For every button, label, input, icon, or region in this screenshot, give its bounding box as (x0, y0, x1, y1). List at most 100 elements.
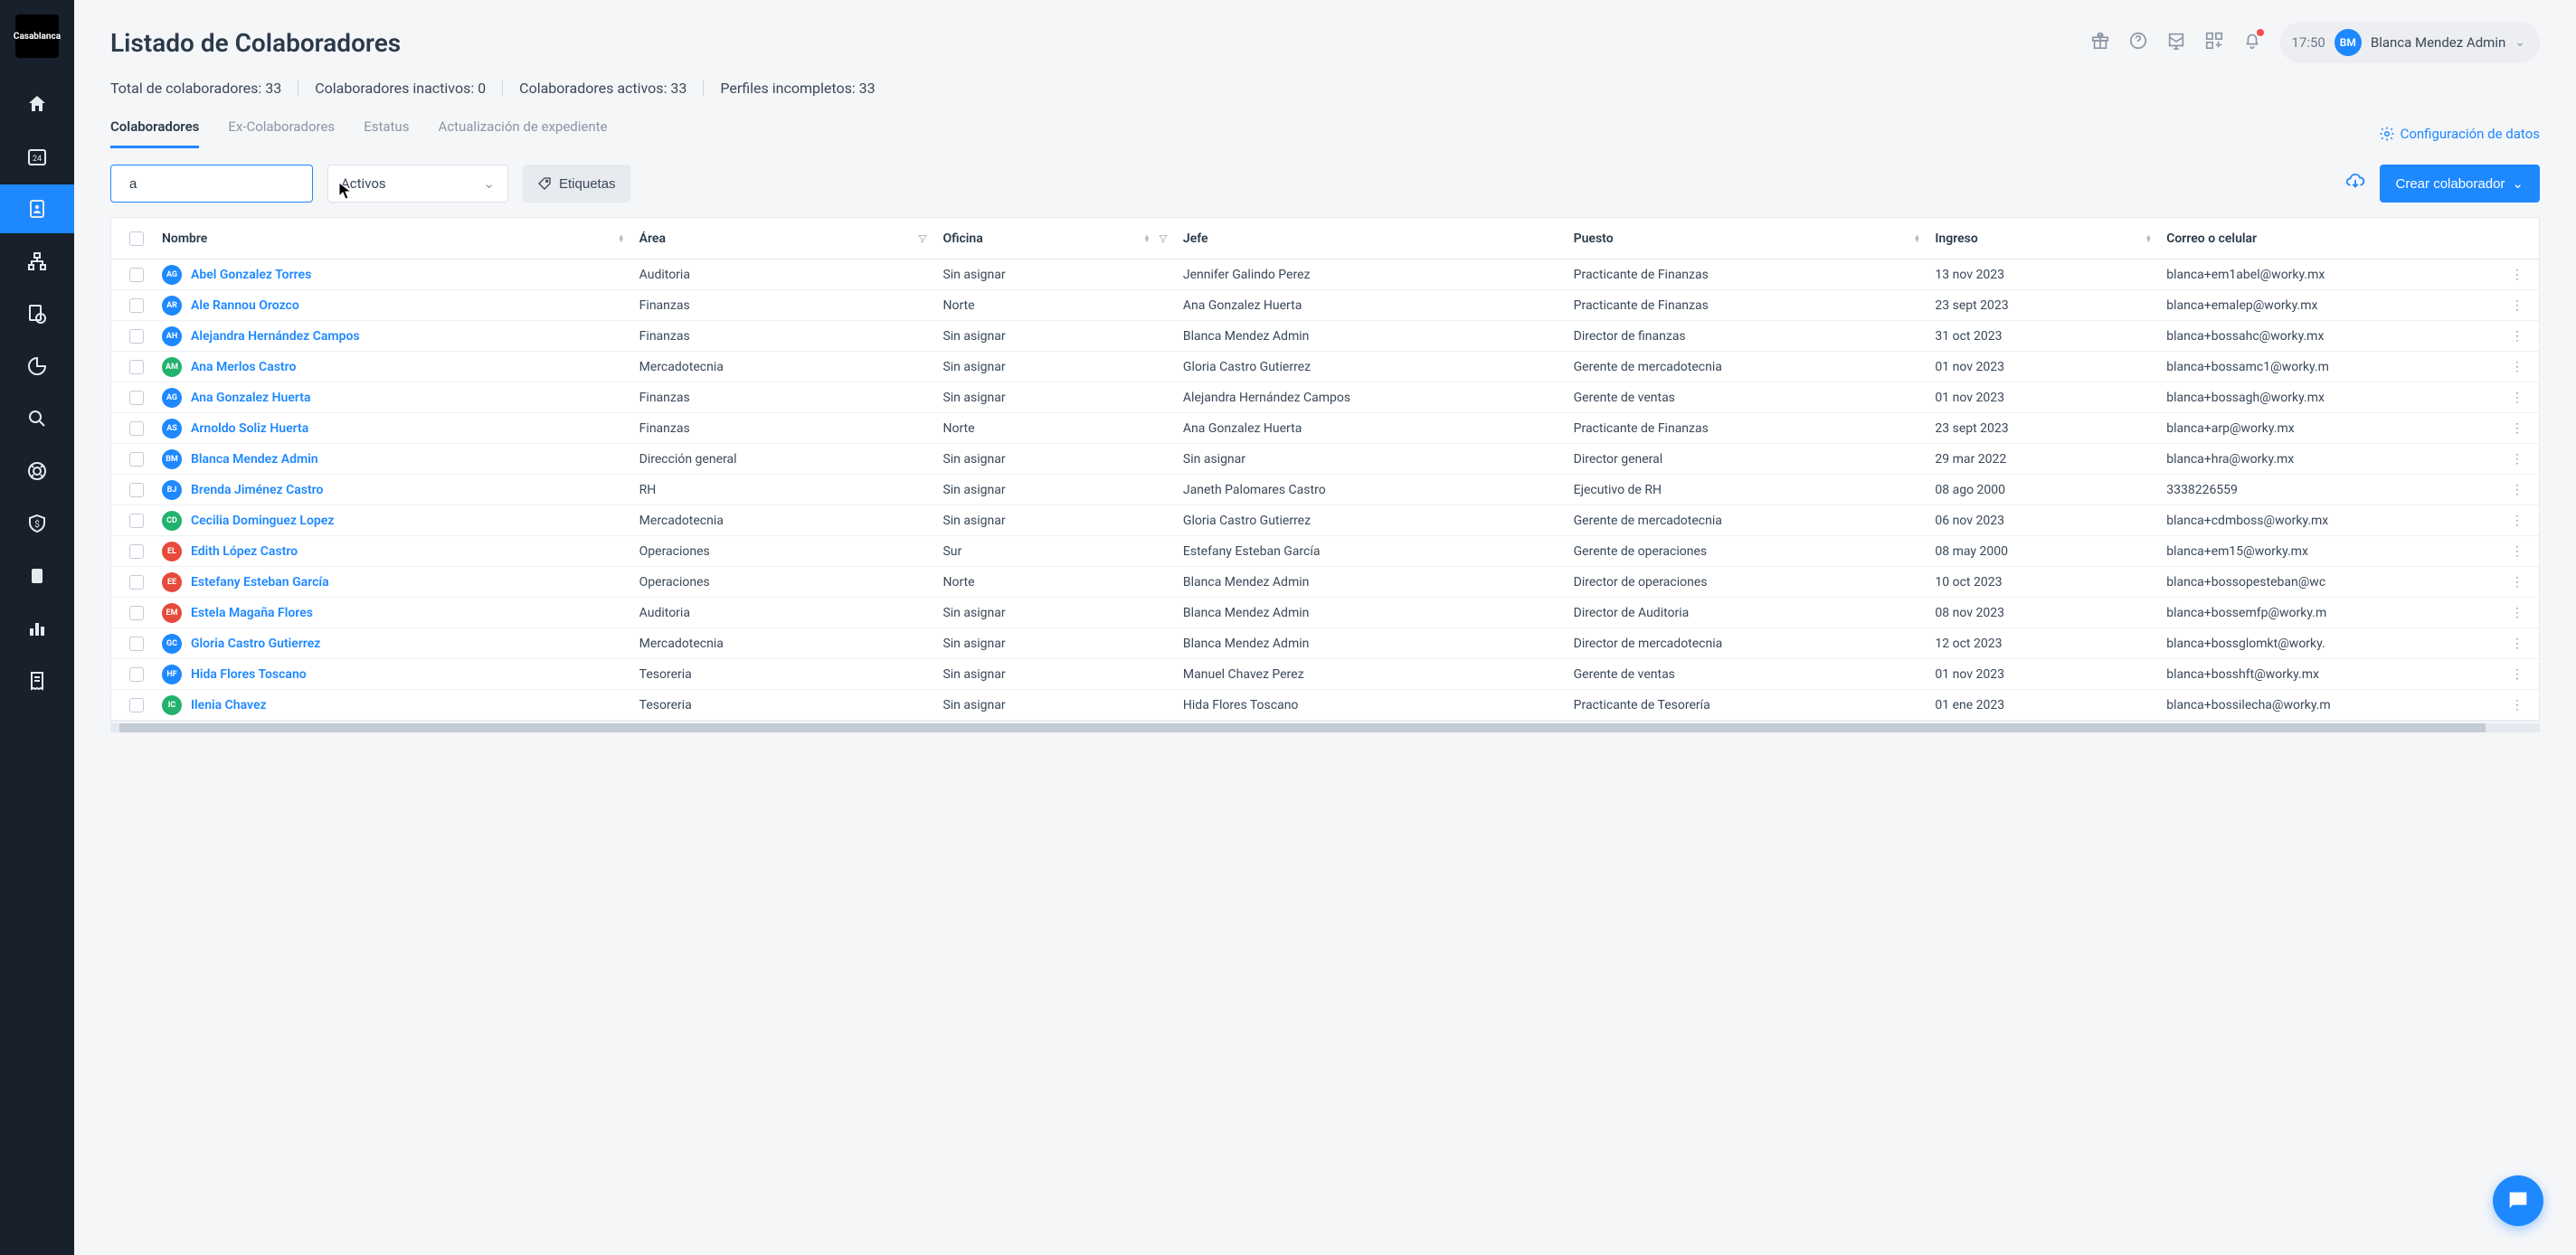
row-checkbox[interactable] (129, 606, 144, 620)
area-cell: Auditoria (639, 606, 690, 620)
config-link[interactable]: Configuración de datos (2379, 126, 2540, 142)
collaborator-link[interactable]: Hida Flores Toscano (191, 667, 307, 682)
collaborator-link[interactable]: Brenda Jiménez Castro (191, 483, 323, 497)
sort-icon[interactable]: ▲▼ (2145, 235, 2152, 242)
row-checkbox[interactable] (129, 698, 144, 712)
sort-icon[interactable]: ▲▼ (1913, 235, 1920, 242)
bar-chart-icon (26, 618, 48, 639)
collaborator-link[interactable]: Ana Merlos Castro (191, 360, 296, 374)
row-actions[interactable]: ⋮ (2506, 667, 2528, 682)
row-actions[interactable]: ⋮ (2506, 391, 2528, 405)
filter-icon[interactable] (1158, 233, 1169, 244)
col-nombre[interactable]: Nombre (162, 231, 207, 246)
row-actions[interactable]: ⋮ (2506, 606, 2528, 620)
collaborator-link[interactable]: Arnoldo Soliz Huerta (191, 421, 308, 436)
collaborator-link[interactable]: Ana Gonzalez Huerta (191, 391, 310, 405)
collaborator-link[interactable]: Alejandra Hernández Campos (191, 329, 360, 344)
nav-clipboard[interactable] (0, 552, 74, 600)
nav-home[interactable] (0, 80, 74, 128)
status-filter[interactable]: Activos ⌄ (327, 165, 508, 203)
row-actions[interactable]: ⋮ (2506, 360, 2528, 374)
sort-icon[interactable]: ▲▼ (1143, 235, 1151, 242)
row-actions[interactable]: ⋮ (2506, 329, 2528, 344)
tab-actualizacion[interactable]: Actualización de expediente (438, 118, 607, 148)
nav-stats[interactable] (0, 604, 74, 653)
create-collaborator-button[interactable]: Crear colaborador ⌄ (2380, 165, 2540, 203)
row-checkbox[interactable] (129, 544, 144, 559)
inbox-icon[interactable] (2166, 31, 2186, 54)
horizontal-scrollbar[interactable] (110, 723, 2540, 732)
collaborator-link[interactable]: Blanca Mendez Admin (191, 452, 318, 467)
col-area[interactable]: Área (639, 231, 666, 246)
tab-colaboradores[interactable]: Colaboradores (110, 118, 199, 148)
row-checkbox[interactable] (129, 391, 144, 405)
row-actions[interactable]: ⋮ (2506, 544, 2528, 559)
tab-ex-colaboradores[interactable]: Ex-Colaboradores (228, 118, 335, 148)
nav-support[interactable] (0, 447, 74, 495)
ingreso-cell: 23 sept 2023 (1935, 298, 2008, 313)
collaborator-link[interactable]: Abel Gonzalez Torres (191, 268, 311, 282)
search-input-wrapper[interactable] (110, 165, 313, 203)
gift-icon[interactable] (2090, 31, 2110, 54)
collaborator-link[interactable]: Cecilia Dominguez Lopez (191, 514, 334, 528)
row-checkbox[interactable] (129, 514, 144, 528)
col-oficina[interactable]: Oficina (942, 231, 982, 246)
row-checkbox[interactable] (129, 329, 144, 344)
download-button[interactable] (2345, 172, 2365, 195)
row-checkbox[interactable] (129, 575, 144, 590)
nav-payroll[interactable]: $ (0, 499, 74, 548)
row-actions[interactable]: ⋮ (2506, 452, 2528, 467)
row-checkbox[interactable] (129, 298, 144, 313)
col-ingreso[interactable]: Ingreso (1935, 231, 1977, 246)
ingreso-cell: 01 nov 2023 (1935, 391, 2004, 405)
row-actions[interactable]: ⋮ (2506, 268, 2528, 282)
col-puesto[interactable]: Puesto (1574, 231, 1614, 246)
collaborator-link[interactable]: Edith López Castro (191, 544, 298, 559)
nav-time[interactable] (0, 289, 74, 338)
row-checkbox[interactable] (129, 268, 144, 282)
row-actions[interactable]: ⋮ (2506, 298, 2528, 313)
nav-search[interactable] (0, 394, 74, 443)
row-actions[interactable]: ⋮ (2506, 421, 2528, 436)
apps-icon[interactable] (2204, 31, 2224, 54)
collaborator-link[interactable]: Estela Magaña Flores (191, 606, 313, 620)
nav-people[interactable] (0, 184, 74, 233)
correo-cell: blanca+bosshft@worky.mx (2166, 667, 2319, 682)
row-checkbox[interactable] (129, 452, 144, 467)
row-checkbox[interactable] (129, 421, 144, 436)
tab-estatus[interactable]: Estatus (364, 118, 409, 148)
collaborator-link[interactable]: Estefany Esteban García (191, 575, 329, 590)
jefe-cell: Blanca Mendez Admin (1183, 329, 1309, 344)
filter-icon[interactable] (917, 233, 928, 244)
sort-icon[interactable]: ▲▼ (618, 235, 625, 242)
address-book-icon (26, 198, 48, 220)
row-actions[interactable]: ⋮ (2506, 483, 2528, 497)
table-row: EL Edith López Castro Operaciones Sur Es… (111, 536, 2539, 567)
chat-fab[interactable] (2493, 1175, 2543, 1226)
collaborator-link[interactable]: Ilenia Chavez (191, 698, 267, 712)
puesto-cell: Gerente de ventas (1574, 391, 1675, 405)
row-checkbox[interactable] (129, 667, 144, 682)
col-correo[interactable]: Correo o celular (2166, 231, 2257, 246)
row-actions[interactable]: ⋮ (2506, 637, 2528, 651)
help-icon[interactable] (2128, 31, 2148, 54)
etiquetas-button[interactable]: Etiquetas (523, 165, 630, 203)
user-menu[interactable]: 17:50 BM Blanca Mendez Admin ⌄ (2280, 22, 2540, 63)
row-checkbox[interactable] (129, 637, 144, 651)
nav-calendar[interactable]: 24 (0, 132, 74, 181)
collaborator-link[interactable]: Ale Rannou Orozco (191, 298, 299, 313)
nav-org[interactable] (0, 237, 74, 286)
row-checkbox[interactable] (129, 483, 144, 497)
row-actions[interactable]: ⋮ (2506, 575, 2528, 590)
notifications-icon[interactable] (2242, 31, 2262, 54)
col-jefe[interactable]: Jefe (1183, 231, 1208, 246)
row-checkbox[interactable] (129, 360, 144, 374)
nav-report[interactable] (0, 342, 74, 391)
collaborator-link[interactable]: Gloria Castro Gutierrez (191, 637, 320, 651)
select-all-checkbox[interactable] (129, 231, 144, 246)
row-actions[interactable]: ⋮ (2506, 698, 2528, 712)
search-input[interactable] (129, 176, 309, 192)
nav-receipt[interactable] (0, 656, 74, 705)
table-row: AG Abel Gonzalez Torres Auditoria Sin as… (111, 259, 2539, 290)
row-actions[interactable]: ⋮ (2506, 514, 2528, 528)
